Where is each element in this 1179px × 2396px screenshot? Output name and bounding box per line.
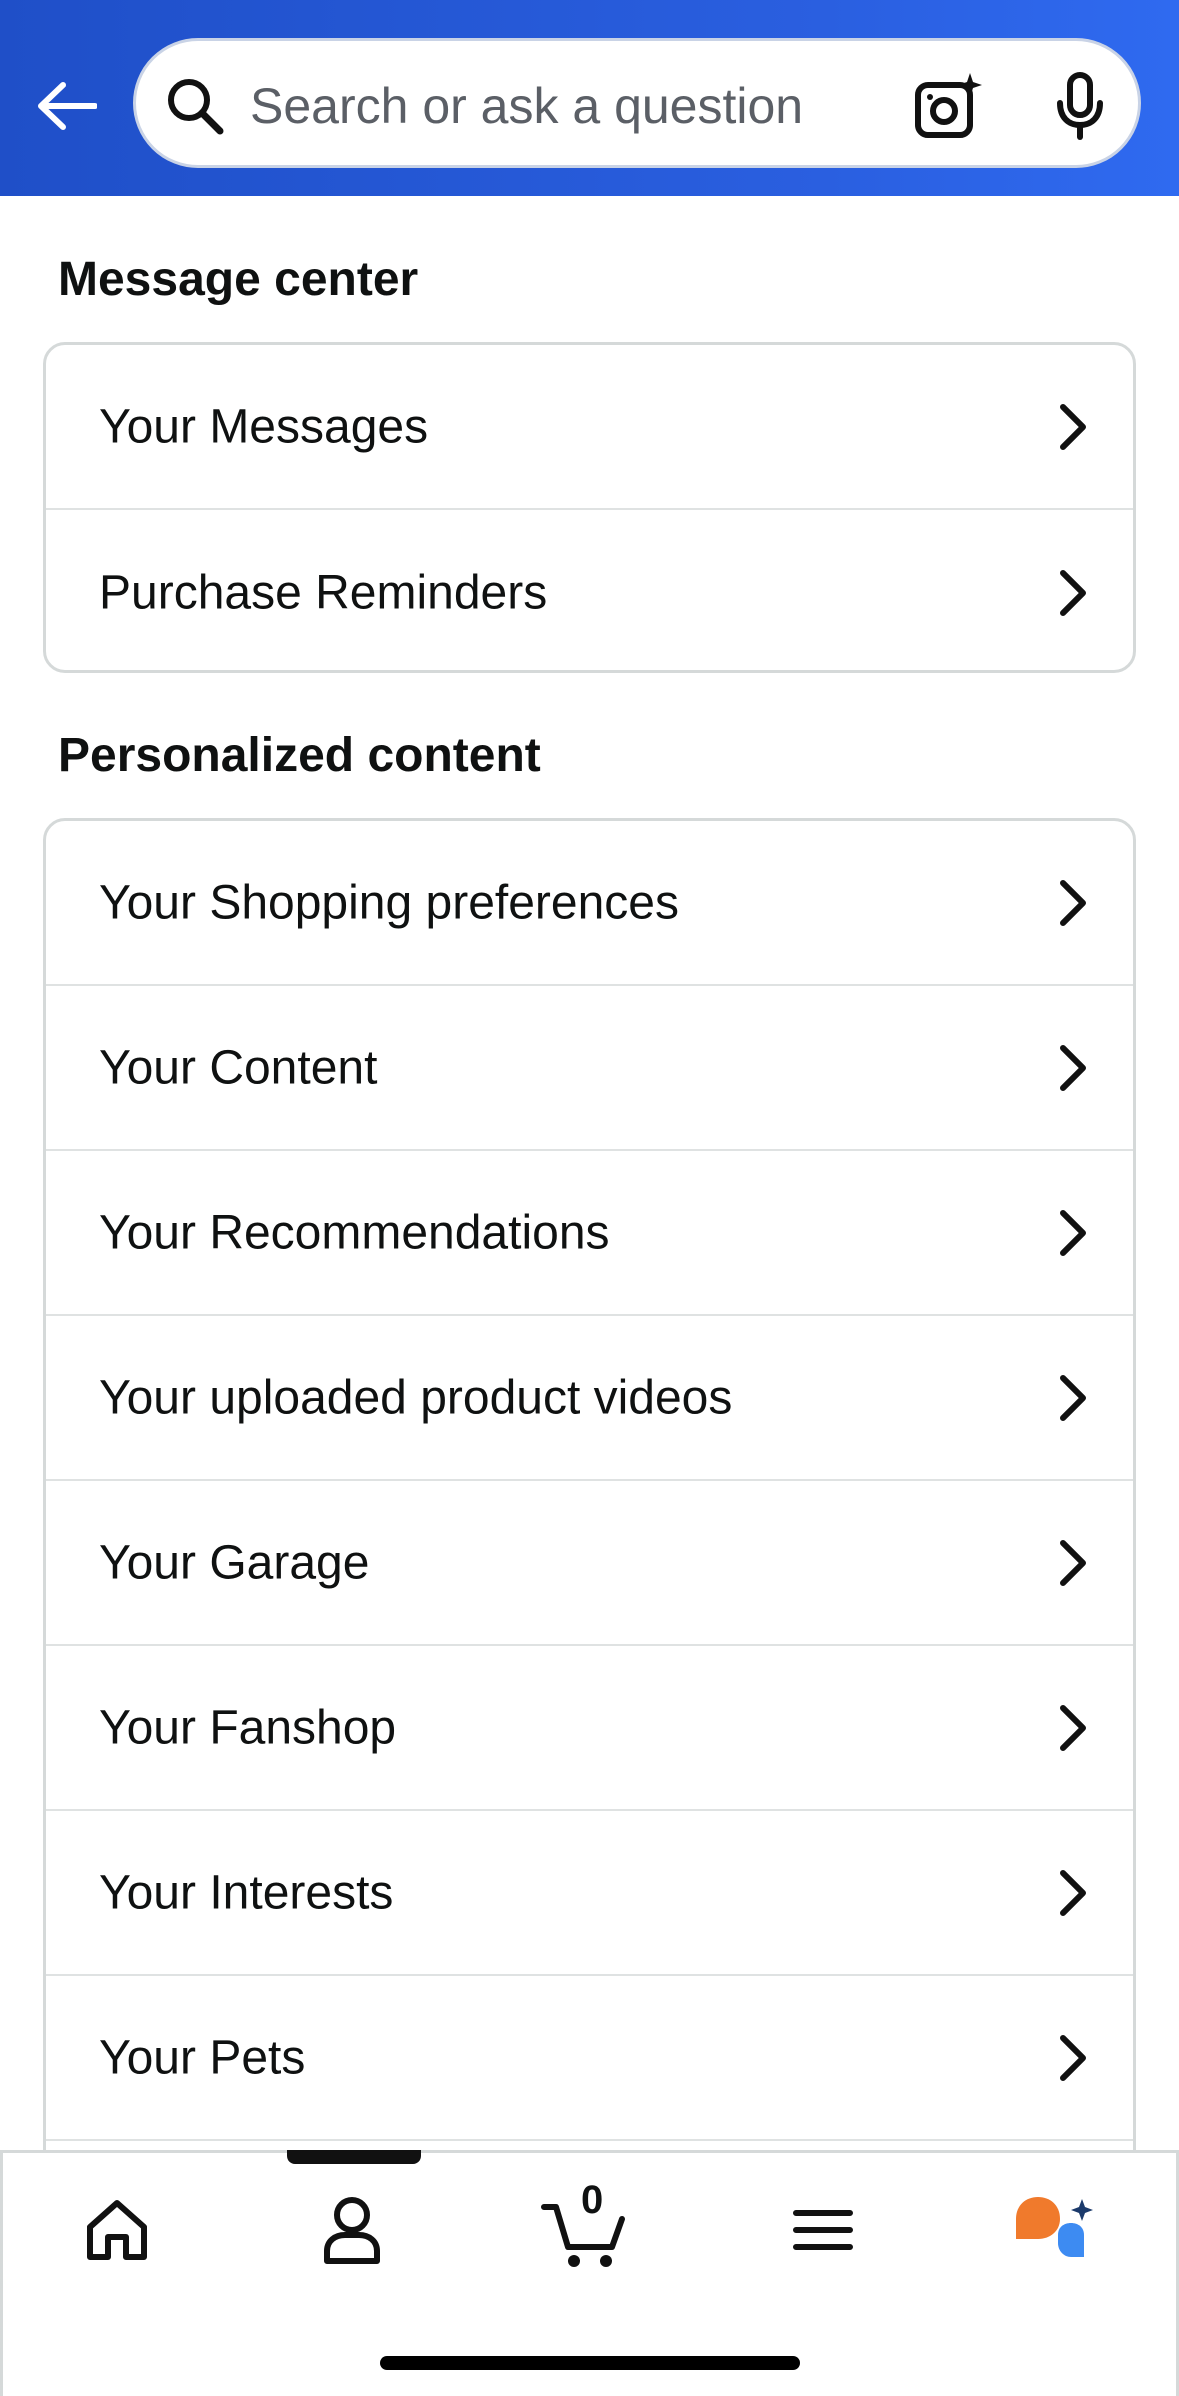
list-item-uploaded-product-videos[interactable]: Your uploaded product videos — [46, 1316, 1133, 1481]
voice-search-button[interactable] — [1044, 71, 1116, 143]
list-item-label: Your Shopping preferences — [99, 876, 679, 929]
chevron-right-icon — [1060, 569, 1086, 616]
list-item-your-fanshop[interactable]: Your Fanshop — [46, 1646, 1133, 1811]
chevron-right-icon — [1060, 1704, 1086, 1751]
list-item-your-pets[interactable]: Your Pets — [46, 1976, 1133, 2141]
list-item-your-garage[interactable]: Your Garage — [46, 1481, 1133, 1646]
list-item-your-content[interactable]: Your Content — [46, 986, 1133, 1151]
arrow-left-icon — [38, 82, 97, 130]
list-item-your-interests[interactable]: Your Interests — [46, 1811, 1133, 1976]
message-center-card: Your Messages Purchase Reminders — [43, 342, 1136, 673]
search-icon — [168, 79, 224, 135]
list-item-label: Your Garage — [99, 1536, 370, 1589]
chevron-right-icon — [1060, 1044, 1086, 1091]
list-item-label: Your Interests — [99, 1866, 394, 1919]
list-item-label: Your Messages — [99, 400, 429, 453]
list-item-your-recommendations[interactable]: Your Recommendations — [46, 1151, 1133, 1316]
camera-search-button[interactable] — [912, 71, 984, 143]
chevron-right-icon — [1060, 879, 1086, 926]
list-item-label: Your Recommendations — [99, 1206, 610, 1259]
list-item-label: Your Content — [99, 1041, 378, 1094]
rufus-assistant-icon — [1016, 2197, 1093, 2257]
chevron-right-icon — [1060, 2034, 1086, 2081]
menu-icon — [793, 2210, 853, 2250]
nav-account-button[interactable] — [307, 2185, 397, 2275]
list-item-shopping-preferences[interactable]: Your Shopping preferences — [46, 821, 1133, 986]
home-icon — [87, 2200, 147, 2260]
top-search-header — [0, 0, 1179, 196]
nav-home-button[interactable] — [72, 2185, 162, 2275]
cart-count-badge: 0 — [581, 2178, 604, 2222]
chevron-right-icon — [1060, 1374, 1086, 1421]
home-indicator-bar — [380, 2356, 800, 2370]
search-bar[interactable] — [133, 38, 1141, 168]
message-center-title: Message center — [58, 253, 419, 306]
list-item-purchase-reminders[interactable]: Purchase Reminders — [46, 510, 1133, 670]
back-button[interactable] — [30, 70, 102, 142]
list-item-label: Your Fanshop — [99, 1701, 397, 1754]
chevron-right-icon — [1060, 1869, 1086, 1916]
nav-assistant-button[interactable] — [1010, 2185, 1100, 2275]
chevron-right-icon — [1060, 403, 1086, 450]
list-item-label: Your uploaded product videos — [99, 1371, 733, 1424]
list-item-label: Your Pets — [99, 2031, 306, 2084]
personalized-content-card: Your Shopping preferences Your Content Y… — [43, 818, 1136, 2318]
active-tab-indicator — [287, 2150, 421, 2164]
search-input[interactable] — [248, 65, 902, 147]
list-item-your-messages[interactable]: Your Messages — [46, 345, 1133, 510]
chevron-right-icon — [1060, 1539, 1086, 1586]
account-icon — [324, 2197, 380, 2264]
microphone-icon — [1057, 72, 1103, 140]
nav-menu-button[interactable] — [778, 2185, 868, 2275]
camera-sparkle-icon — [915, 73, 982, 138]
list-item-label: Purchase Reminders — [99, 566, 548, 619]
personalized-content-title: Personalized content — [58, 729, 541, 782]
chevron-right-icon — [1060, 1209, 1086, 1256]
